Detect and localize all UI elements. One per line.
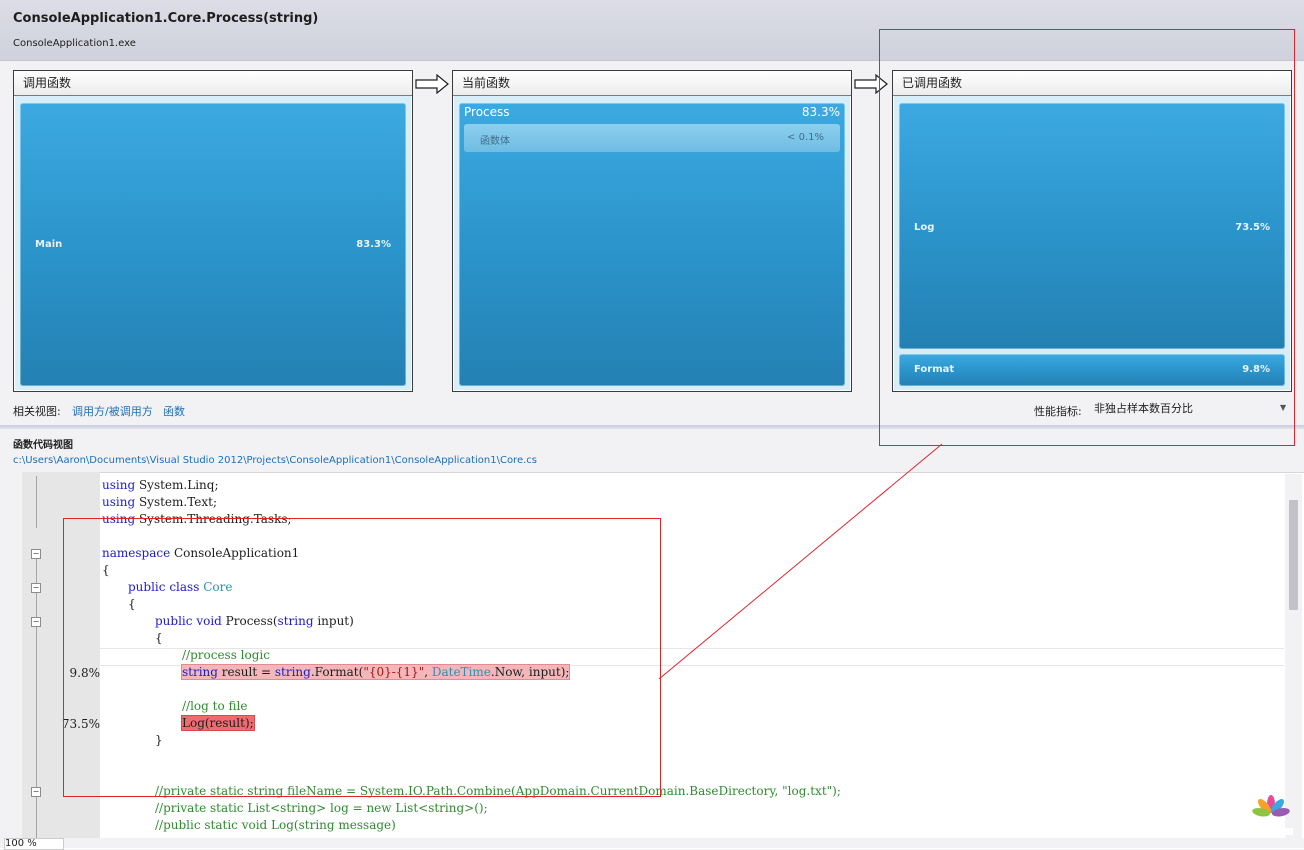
code-comment-line: //public static void Log(string message) [155, 818, 396, 832]
horizontal-scrollbar[interactable] [0, 838, 1304, 848]
callers-panel-title: 调用函数 [14, 71, 412, 96]
function-body-value: < 0.1% [787, 132, 824, 143]
outline-line [36, 796, 37, 838]
code-line: using System.Linq; [102, 478, 219, 492]
collapse-toggle-icon[interactable]: − [31, 549, 41, 559]
callers-panel-body: Main 83.3% [15, 96, 411, 390]
annotation-box-callees [879, 29, 1295, 446]
callers-panel: 调用函数 Main 83.3% [13, 70, 413, 392]
link-functions[interactable]: 函数 [163, 403, 185, 419]
annotation-box-code [63, 518, 661, 797]
page-title: ConsoleApplication1.Core.Process(string) [13, 11, 319, 26]
editor-margin [0, 472, 22, 838]
arrow-right-icon [415, 74, 449, 94]
collapse-toggle-icon[interactable]: − [31, 617, 41, 627]
code-view-title: 函数代码视图 [13, 440, 73, 451]
current-function-block[interactable]: Process 83.3% 函数体 < 0.1% [459, 103, 845, 386]
page-subtitle: ConsoleApplication1.exe [13, 38, 136, 49]
current-panel-body: Process 83.3% 函数体 < 0.1% [454, 96, 850, 390]
caller-block-main[interactable]: Main 83.3% [20, 103, 406, 386]
caller-block-value: 83.3% [356, 239, 391, 250]
function-body-block[interactable]: 函数体 < 0.1% [464, 124, 840, 152]
watermark-logo [1249, 795, 1293, 835]
current-function-value: 83.3% [801, 105, 840, 119]
current-panel-title: 当前函数 [453, 71, 851, 96]
code-comment-line: //private static List<string> log = new … [155, 801, 488, 815]
function-body-label: 函数体 [480, 136, 510, 147]
related-views-label: 相关视图: [13, 405, 61, 418]
code-line: using System.Text; [102, 495, 218, 509]
link-caller-callee[interactable]: 调用方/被调用方 [72, 403, 153, 419]
outline-line [36, 476, 37, 528]
collapse-toggle-icon[interactable]: − [31, 787, 41, 797]
current-function-panel: 当前函数 Process 83.3% 函数体 < 0.1% [452, 70, 852, 392]
collapse-toggle-icon[interactable]: − [31, 583, 41, 593]
vertical-scroll-thumb[interactable] [1289, 500, 1298, 610]
code-file-path-link[interactable]: c:\Users\Aaron\Documents\Visual Studio 2… [13, 455, 537, 466]
current-function-name: Process [464, 105, 510, 119]
zoom-level-dropdown[interactable]: 100 % [4, 838, 64, 850]
caller-block-name: Main [35, 239, 63, 250]
